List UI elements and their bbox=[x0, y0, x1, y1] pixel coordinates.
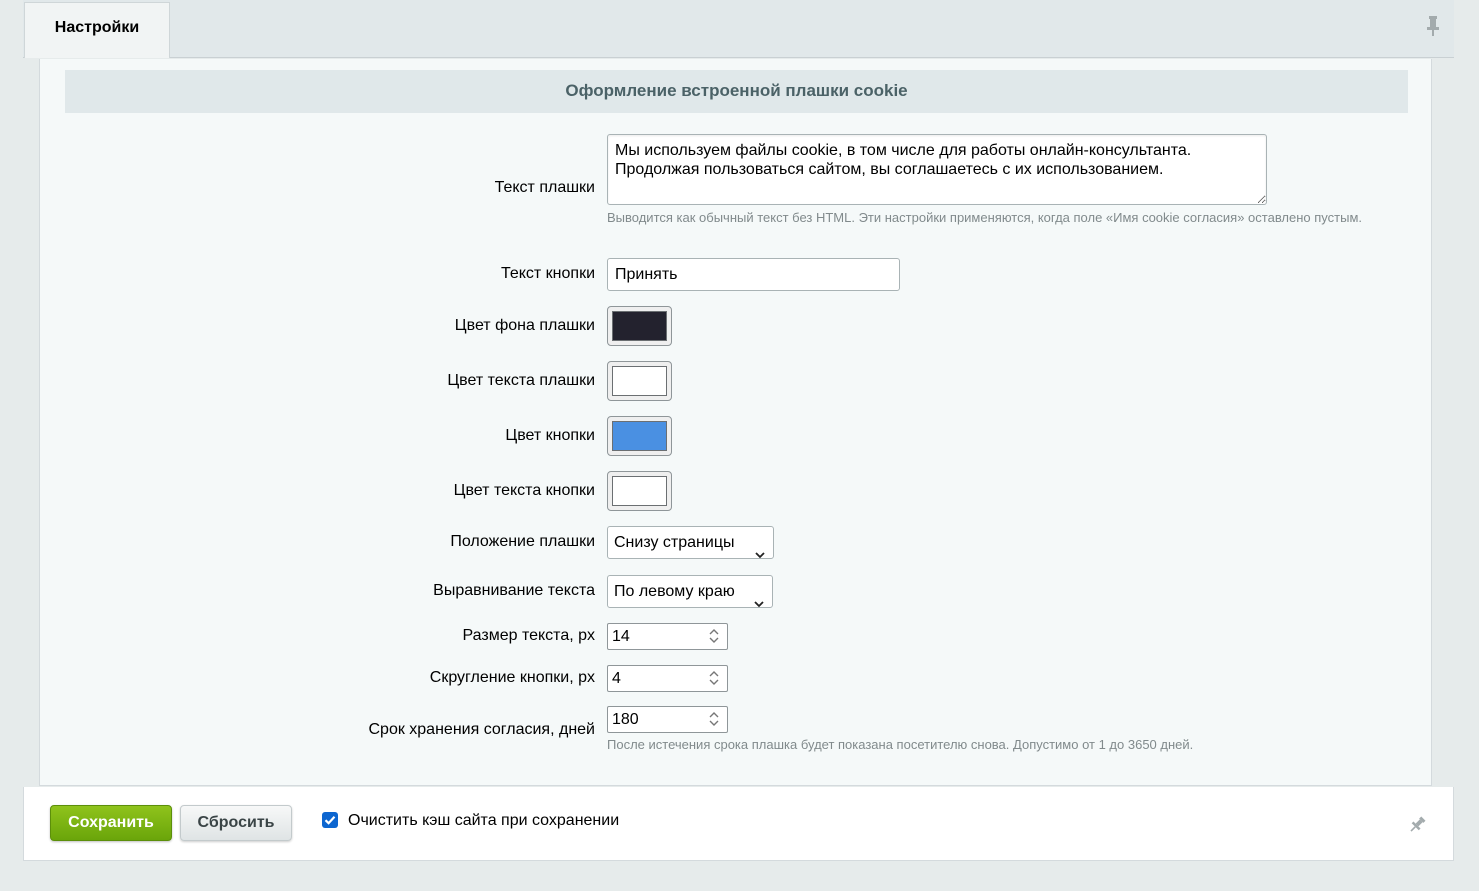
font-size-value: 14 bbox=[612, 628, 630, 645]
spinner-icon[interactable] bbox=[709, 627, 719, 653]
settings-panel: Оформление встроенной плашки cookie Текс… bbox=[39, 59, 1432, 786]
bg-color-picker[interactable] bbox=[607, 306, 672, 346]
bg-color-label: Цвет фона плашки bbox=[454, 317, 595, 334]
radius-label: Скругление кнопки, px bbox=[429, 669, 595, 686]
banner-text-input[interactable] bbox=[607, 134, 1267, 205]
button-color-label: Цвет кнопки bbox=[505, 427, 595, 444]
tab-settings[interactable]: Настройки bbox=[24, 2, 170, 58]
retention-value: 180 bbox=[612, 711, 639, 728]
position-value: Снизу страницы bbox=[614, 534, 735, 551]
tab-bar: Настройки bbox=[23, 0, 1454, 58]
align-value: По левому краю bbox=[614, 583, 735, 600]
chevron-down-icon bbox=[754, 588, 764, 619]
banner-text-hint: Выводится как обычный текст без HTML. Эт… bbox=[607, 210, 1363, 225]
align-label: Выравнивание текста bbox=[433, 582, 595, 599]
chevron-down-icon bbox=[755, 539, 765, 570]
spinner-icon[interactable] bbox=[709, 669, 719, 695]
section-title: Оформление встроенной плашки cookie bbox=[65, 70, 1408, 113]
clear-cache-checkbox[interactable] bbox=[322, 812, 338, 828]
retention-label: Срок хранения согласия, дней bbox=[368, 721, 595, 738]
text-color-label: Цвет текста плашки bbox=[447, 372, 595, 389]
pin-icon[interactable] bbox=[1407, 815, 1427, 840]
button-text-input[interactable] bbox=[607, 258, 900, 291]
retention-input[interactable]: 180 bbox=[607, 706, 728, 733]
font-size-input[interactable]: 14 bbox=[607, 623, 728, 650]
bg-color-swatch bbox=[612, 311, 667, 341]
retention-hint: После истечения срока плашка будет показ… bbox=[607, 737, 1194, 752]
radius-value: 4 bbox=[612, 670, 621, 687]
button-color-swatch bbox=[612, 421, 667, 451]
banner-text-label: Текст плашки bbox=[494, 179, 595, 196]
spinner-icon[interactable] bbox=[709, 710, 719, 736]
font-size-label: Размер текста, px bbox=[462, 627, 596, 644]
button-text-color-swatch bbox=[612, 476, 667, 506]
clear-cache-label[interactable]: Очистить кэш сайта при сохранении bbox=[348, 812, 619, 830]
checkmark-icon bbox=[324, 816, 336, 825]
save-button[interactable]: Сохранить bbox=[50, 805, 172, 841]
text-color-picker[interactable] bbox=[607, 361, 672, 401]
button-text-color-picker[interactable] bbox=[607, 471, 672, 511]
pin-icon[interactable] bbox=[1426, 15, 1440, 42]
position-select[interactable]: Снизу страницы bbox=[607, 526, 774, 559]
position-label: Положение плашки bbox=[450, 533, 595, 550]
button-color-picker[interactable] bbox=[607, 416, 672, 456]
footer-bar: Сохранить Сбросить Очистить кэш сайта пр… bbox=[23, 787, 1454, 861]
align-select[interactable]: По левому краю bbox=[607, 575, 773, 608]
radius-input[interactable]: 4 bbox=[607, 665, 728, 692]
reset-button[interactable]: Сбросить bbox=[180, 805, 292, 841]
button-text-label: Текст кнопки bbox=[500, 265, 595, 282]
text-color-swatch bbox=[612, 366, 667, 396]
button-text-color-label: Цвет текста кнопки bbox=[453, 482, 595, 499]
